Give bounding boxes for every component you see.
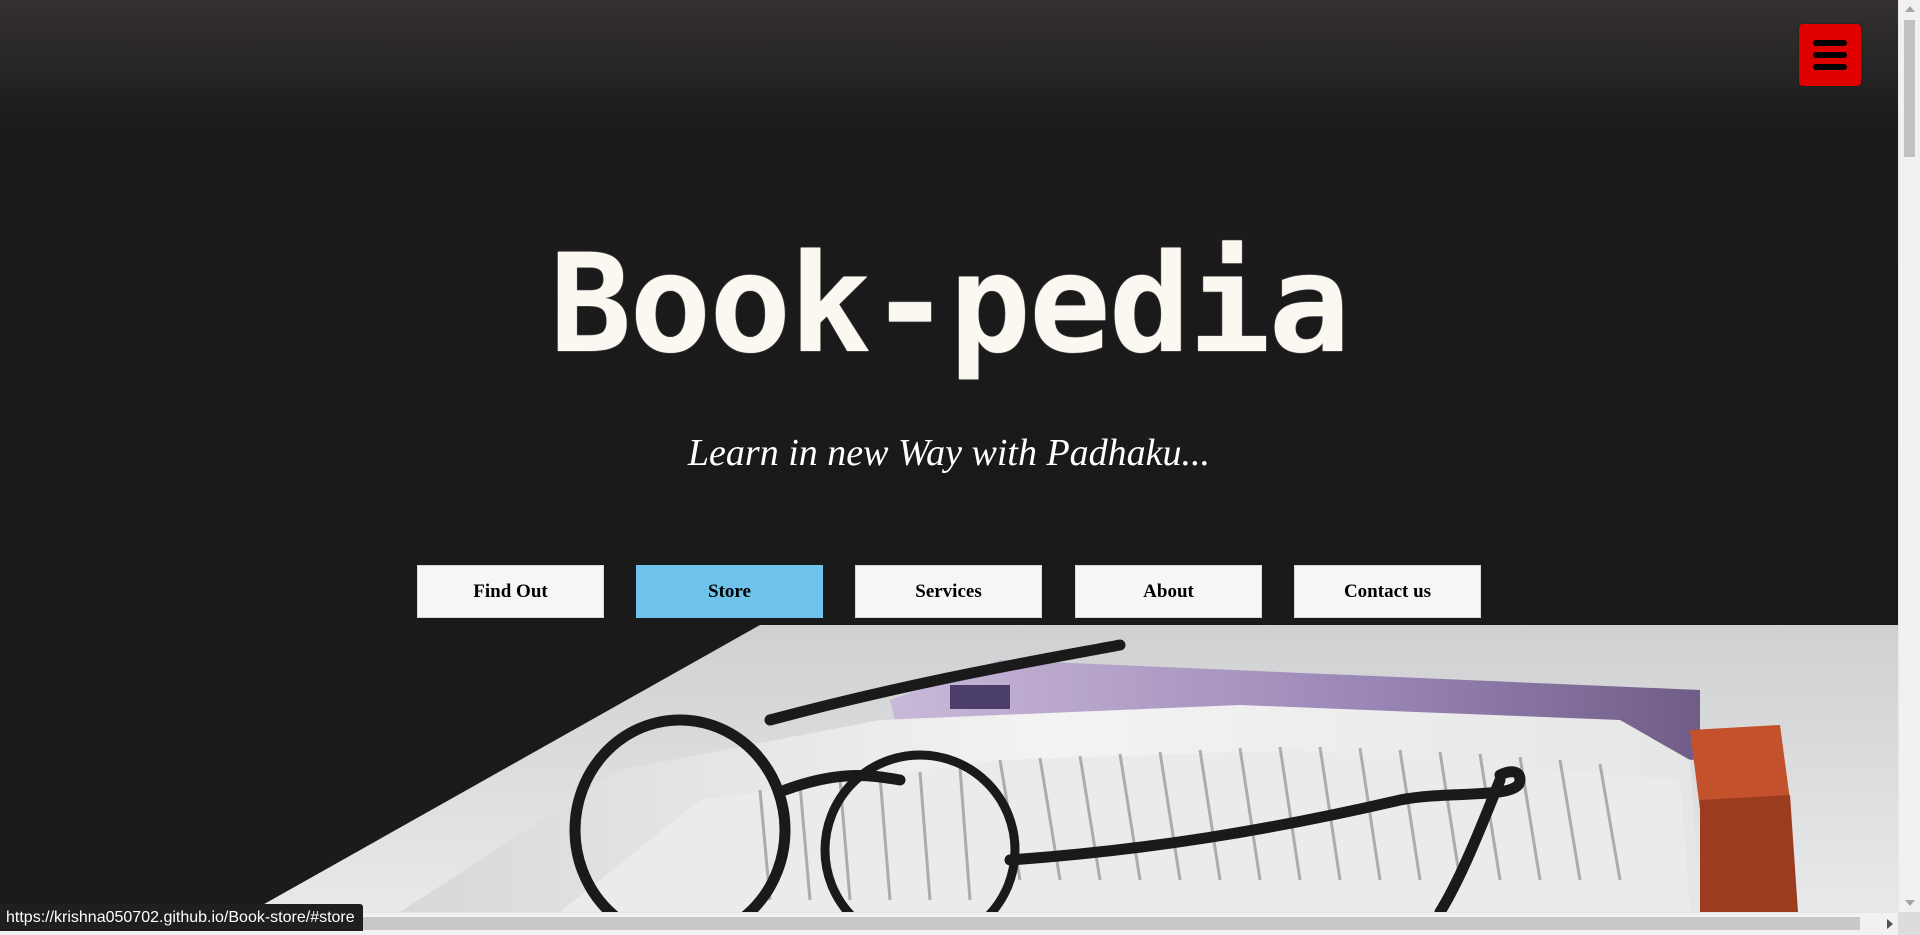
store-button[interactable]: Store <box>636 565 823 618</box>
scrollbar-corner <box>1898 912 1920 935</box>
find-out-button[interactable]: Find Out <box>417 565 604 618</box>
link-status-url: https://krishna050702.github.io/Book-sto… <box>0 904 363 931</box>
scroll-down-arrow-icon[interactable] <box>1905 900 1915 906</box>
hamburger-menu-button[interactable] <box>1799 24 1861 86</box>
site-tagline: Learn in new Way with Padhaku... <box>687 432 1211 474</box>
hero-section: Book-pedia Learn in new Way with Padhaku… <box>0 0 1898 912</box>
contact-us-button[interactable]: Contact us <box>1294 565 1481 618</box>
services-button[interactable]: Services <box>855 565 1042 618</box>
scroll-up-arrow-icon[interactable] <box>1905 6 1915 12</box>
site-title: Book-pedia <box>549 226 1351 384</box>
scroll-right-arrow-icon[interactable] <box>1887 919 1893 929</box>
about-button[interactable]: About <box>1075 565 1262 618</box>
vertical-scrollbar[interactable] <box>1898 0 1920 912</box>
vertical-scroll-thumb[interactable] <box>1904 20 1915 157</box>
